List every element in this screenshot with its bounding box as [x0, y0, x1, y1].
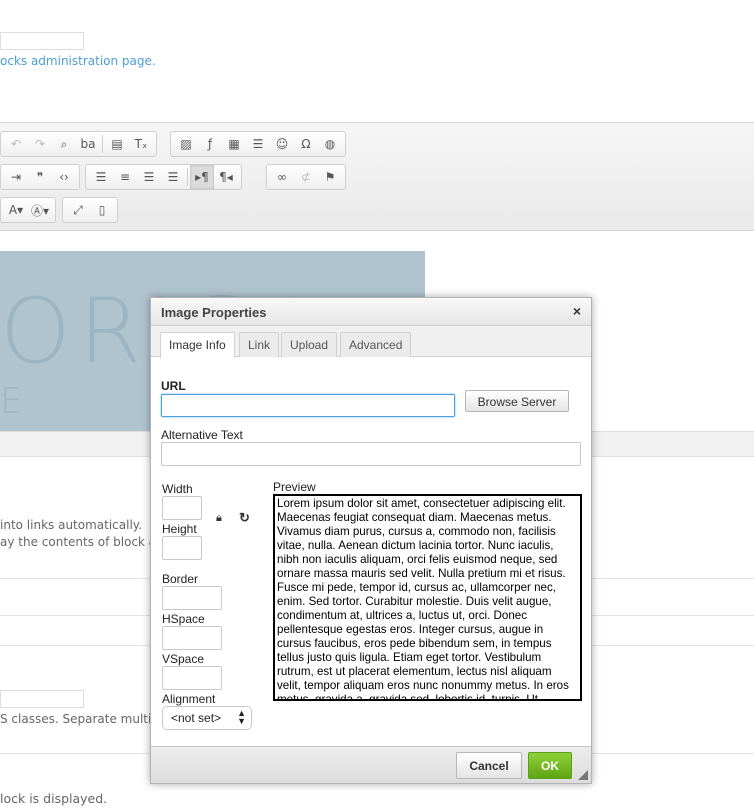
lock-ratio-icon[interactable]: 🔒︎: [216, 512, 222, 525]
blocks-admin-link[interactable]: ocks administration page.: [0, 54, 156, 68]
replace-icon[interactable]: ba: [76, 132, 100, 156]
height-label: Height: [162, 522, 197, 536]
rtl-icon[interactable]: ¶◂: [214, 165, 238, 189]
alignment-select[interactable]: <not set> ▲ ▼: [162, 706, 252, 730]
text-color-icon[interactable]: A▾: [4, 198, 28, 222]
flash-icon[interactable]: ƒ: [198, 132, 222, 156]
horizontal-rule-icon[interactable]: ☰: [246, 132, 270, 156]
displayed-help-text: lock is displayed.: [0, 791, 108, 806]
close-icon[interactable]: ×: [573, 303, 581, 319]
hspace-input[interactable]: [162, 626, 222, 650]
image-icon[interactable]: ▨: [174, 132, 198, 156]
dialog-tabs: Image Info Link Upload Advanced: [151, 326, 591, 358]
tab-advanced[interactable]: Advanced: [340, 332, 412, 357]
vspace-label: VSpace: [162, 652, 205, 666]
browse-server-button[interactable]: Browse Server: [465, 390, 569, 412]
toolbar-group: ☰ ≡ ☰ ☰ ▸¶ ¶◂: [85, 164, 242, 190]
help-text-2: ay the contents of block delt: [0, 535, 172, 549]
toolbar-group: ↶ ↷ ⌕ ba ▤ Tₓ: [0, 131, 157, 157]
width-input[interactable]: [162, 496, 202, 520]
align-right-icon[interactable]: ☰: [137, 165, 161, 189]
tab-image-info[interactable]: Image Info: [160, 332, 235, 358]
alt-text-label: Alternative Text: [161, 428, 243, 442]
alt-text-input[interactable]: [161, 442, 581, 466]
anchor-icon[interactable]: ⚑: [318, 165, 342, 189]
cancel-button[interactable]: Cancel: [456, 752, 522, 779]
align-left-icon[interactable]: ☰: [89, 165, 113, 189]
select-arrows-icon: ▲ ▼: [237, 708, 246, 726]
help-text-1: into links automatically.: [0, 518, 143, 532]
undo-icon[interactable]: ↶: [4, 132, 28, 156]
toolbar-separator: [187, 168, 188, 186]
tab-upload[interactable]: Upload: [281, 332, 338, 357]
alignment-label: Alignment: [162, 692, 216, 706]
dialog-title: Image Properties: [151, 298, 591, 326]
indent-icon[interactable]: ⇥: [4, 165, 28, 189]
border-label: Border: [162, 572, 199, 586]
show-blocks-icon[interactable]: ▯: [90, 198, 114, 222]
find-icon[interactable]: ⌕: [52, 132, 76, 156]
vspace-input[interactable]: [162, 666, 222, 690]
justify-icon[interactable]: ☰: [161, 165, 185, 189]
align-center-icon[interactable]: ≡: [113, 165, 137, 189]
tab-link[interactable]: Link: [239, 332, 280, 357]
paste-word-icon[interactable]: ▤: [105, 132, 129, 156]
unlink-icon[interactable]: ⊄: [294, 165, 318, 189]
table-icon[interactable]: ▦: [222, 132, 246, 156]
resize-handle-icon[interactable]: [578, 770, 588, 780]
remove-format-icon[interactable]: Tₓ: [129, 132, 153, 156]
reset-size-icon[interactable]: ↻: [239, 510, 250, 526]
ltr-icon[interactable]: ▸¶: [190, 165, 214, 189]
toolbar-group: ⤢ ▯: [62, 197, 118, 223]
preview-box: Lorem ipsum dolor sit amet, consectetuer…: [273, 494, 582, 701]
redo-icon[interactable]: ↷: [28, 132, 52, 156]
blockquote-icon[interactable]: ❞: [28, 165, 52, 189]
iframe-icon[interactable]: ◍: [318, 132, 342, 156]
css-help-text: S classes. Separate multipl: [0, 712, 163, 726]
toolbar-group: A▾ Ⓐ▾: [0, 197, 56, 223]
width-label: Width: [162, 482, 193, 496]
link-icon[interactable]: ∞: [270, 165, 294, 189]
toolbar-separator: [102, 135, 103, 153]
div-icon[interactable]: ‹›: [52, 165, 76, 189]
special-char-icon[interactable]: Ω: [294, 132, 318, 156]
hspace-label: HSpace: [162, 612, 205, 626]
toolbar-group: ∞ ⊄ ⚑: [266, 164, 346, 190]
css-class-input[interactable]: [0, 690, 84, 708]
toolbar-group: ▨ ƒ ▦ ☰ ☺ Ω ◍: [170, 131, 346, 157]
ok-button[interactable]: OK: [528, 752, 572, 779]
toolbar-group: ⇥ ❞ ‹›: [0, 164, 80, 190]
maximize-icon[interactable]: ⤢: [66, 198, 90, 222]
url-input[interactable]: [161, 394, 455, 417]
image-properties-dialog: Image Properties × Image Info Link Uploa…: [150, 297, 592, 784]
bg-color-icon[interactable]: Ⓐ▾: [28, 198, 52, 222]
help-text-2-prefix: ay the contents of block: [0, 535, 149, 549]
url-label: URL: [161, 379, 186, 393]
height-input[interactable]: [162, 536, 202, 560]
preview-label: Preview: [273, 480, 316, 494]
editor-toolbar: ↶ ↷ ⌕ ba ▤ Tₓ ▨ ƒ ▦ ☰ ☺ Ω ◍ ⇥ ❞ ‹› ☰ ≡ ☰ ☰ ▸¶ ¶◂ ∞ ⊄ ⚑ A▾ Ⓐ▾ ⤢ ▯: [0, 122, 754, 231]
text-input-top[interactable]: [0, 32, 84, 50]
smiley-icon[interactable]: ☺: [270, 132, 294, 156]
dialog-footer: Cancel OK: [151, 746, 591, 783]
alignment-value: <not set>: [171, 711, 222, 725]
border-input[interactable]: [162, 586, 222, 610]
